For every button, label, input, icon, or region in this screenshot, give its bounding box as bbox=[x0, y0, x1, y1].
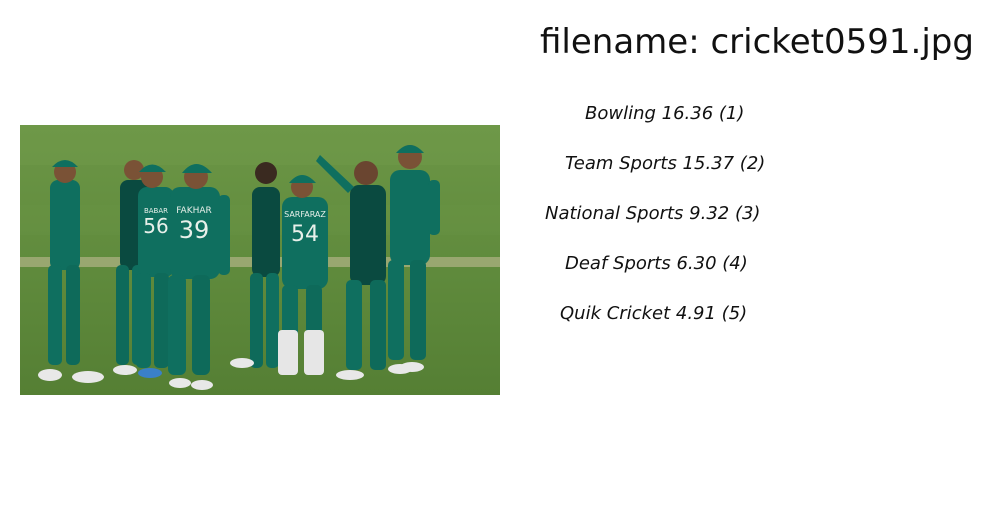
prediction-item-5: Quik Cricket 4.91 (5) bbox=[560, 303, 748, 324]
svg-text:SARFARAZ: SARFARAZ bbox=[284, 210, 326, 219]
svg-text:56: 56 bbox=[143, 214, 168, 238]
prediction-item-2: Team Sports 15.37 (2) bbox=[565, 153, 766, 174]
prediction-item-4: Deaf Sports 6.30 (4) bbox=[565, 253, 748, 274]
photo-canvas: BABAR 56 FAKHAR 39 SARFARAZ 54 bbox=[20, 125, 500, 395]
prediction-item-3: National Sports 9.32 (3) bbox=[545, 203, 761, 224]
cricket-team-photo: BABAR 56 FAKHAR 39 SARFARAZ 54 bbox=[20, 125, 500, 395]
svg-text:54: 54 bbox=[291, 222, 319, 247]
svg-text:FAKHAR: FAKHAR bbox=[176, 206, 212, 216]
svg-text:39: 39 bbox=[179, 216, 210, 244]
prediction-item-1: Bowling 16.36 (1) bbox=[585, 103, 745, 124]
filename-title: filename: cricket0591.jpg bbox=[540, 22, 974, 62]
